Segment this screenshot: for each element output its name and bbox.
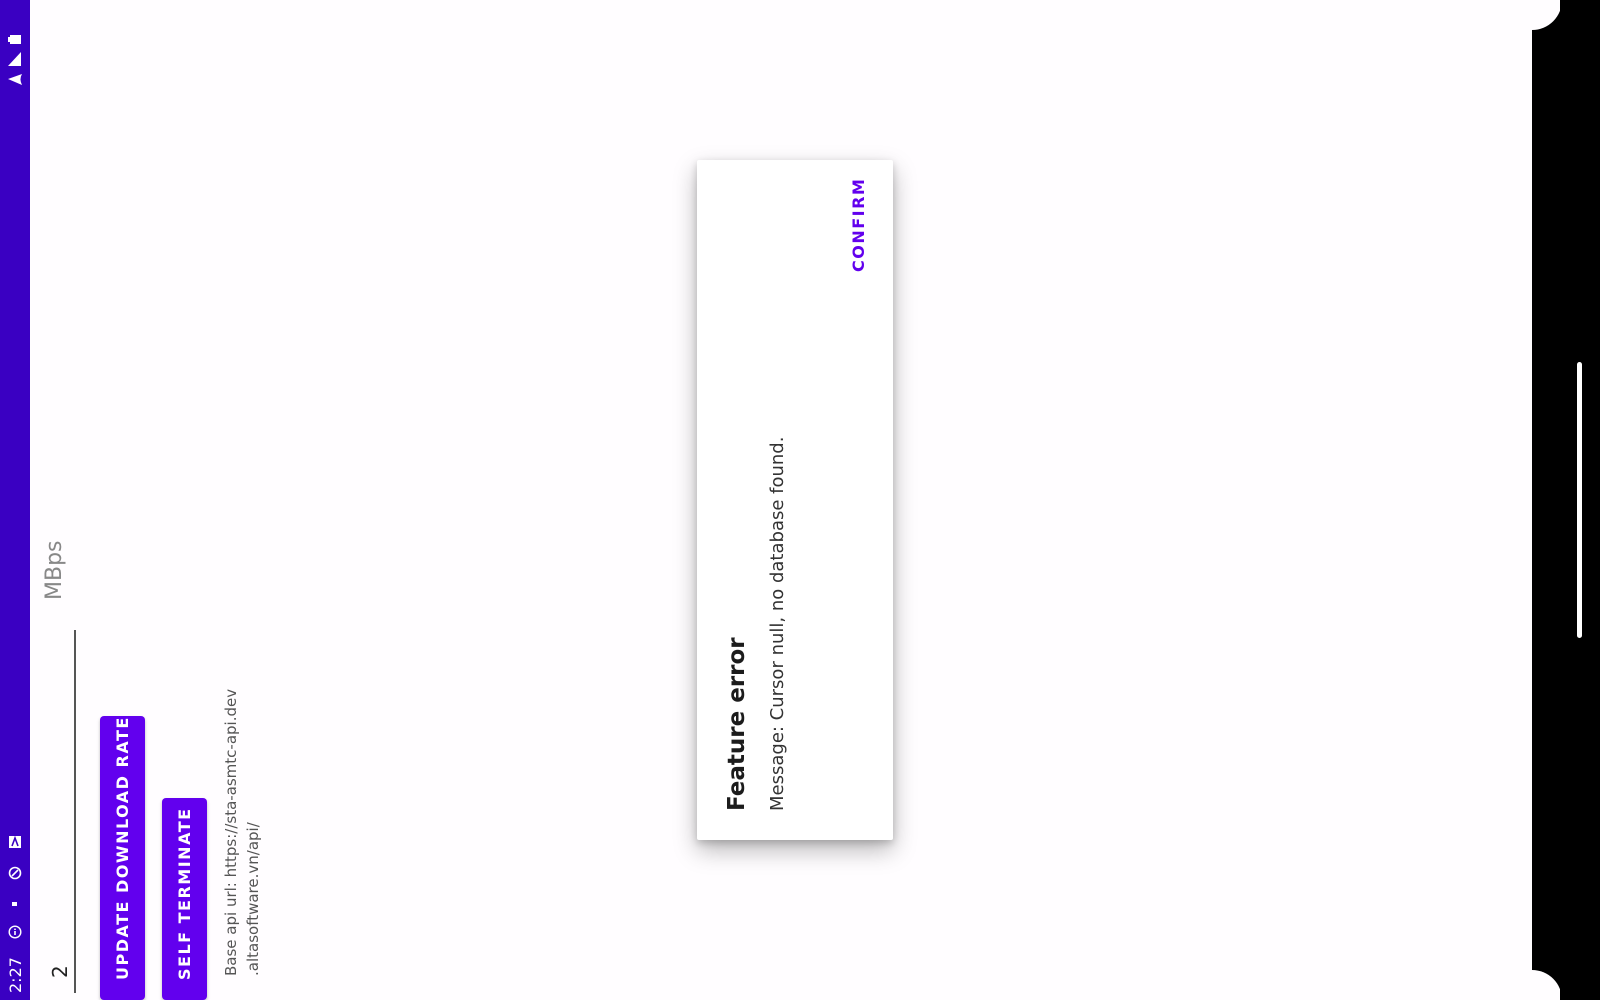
- wifi-icon: [8, 74, 22, 85]
- vpn-icon: [8, 866, 22, 880]
- confirm-button[interactable]: CONFIRM: [849, 178, 868, 272]
- screen-corner: [1532, 0, 1562, 1000]
- gesture-handle[interactable]: [1577, 362, 1582, 638]
- navigation-bar: [1560, 0, 1600, 1000]
- update-download-rate-label: UPDATE DOWNLOAD RATE: [113, 716, 132, 980]
- self-terminate-button[interactable]: SELF TERMINATE: [162, 798, 207, 1000]
- signal-icon: [8, 52, 21, 66]
- dialog-message: Message: Cursor null, no database found.: [767, 436, 788, 811]
- status-bar: 2:27: [0, 0, 30, 1000]
- battery-icon: [8, 35, 21, 44]
- status-time: 2:27: [6, 957, 25, 993]
- info-icon: [8, 925, 22, 939]
- notification-a-icon: [9, 835, 21, 848]
- download-rate-unit: MBps: [42, 540, 67, 600]
- download-rate-input[interactable]: 2: [48, 965, 72, 978]
- dot-icon: [12, 902, 17, 906]
- download-rate-underline: [74, 630, 76, 993]
- base-api-url-line2: .altasoftware.vn/api/: [244, 822, 262, 976]
- update-download-rate-button[interactable]: UPDATE DOWNLOAD RATE: [100, 716, 145, 1000]
- dialog-title: Feature error: [724, 637, 750, 811]
- self-terminate-label: SELF TERMINATE: [175, 807, 194, 980]
- feature-error-dialog: Feature error Message: Cursor null, no d…: [697, 160, 893, 840]
- base-api-url-line1: Base api url: https://sta-asmtc-api.dev: [222, 688, 240, 976]
